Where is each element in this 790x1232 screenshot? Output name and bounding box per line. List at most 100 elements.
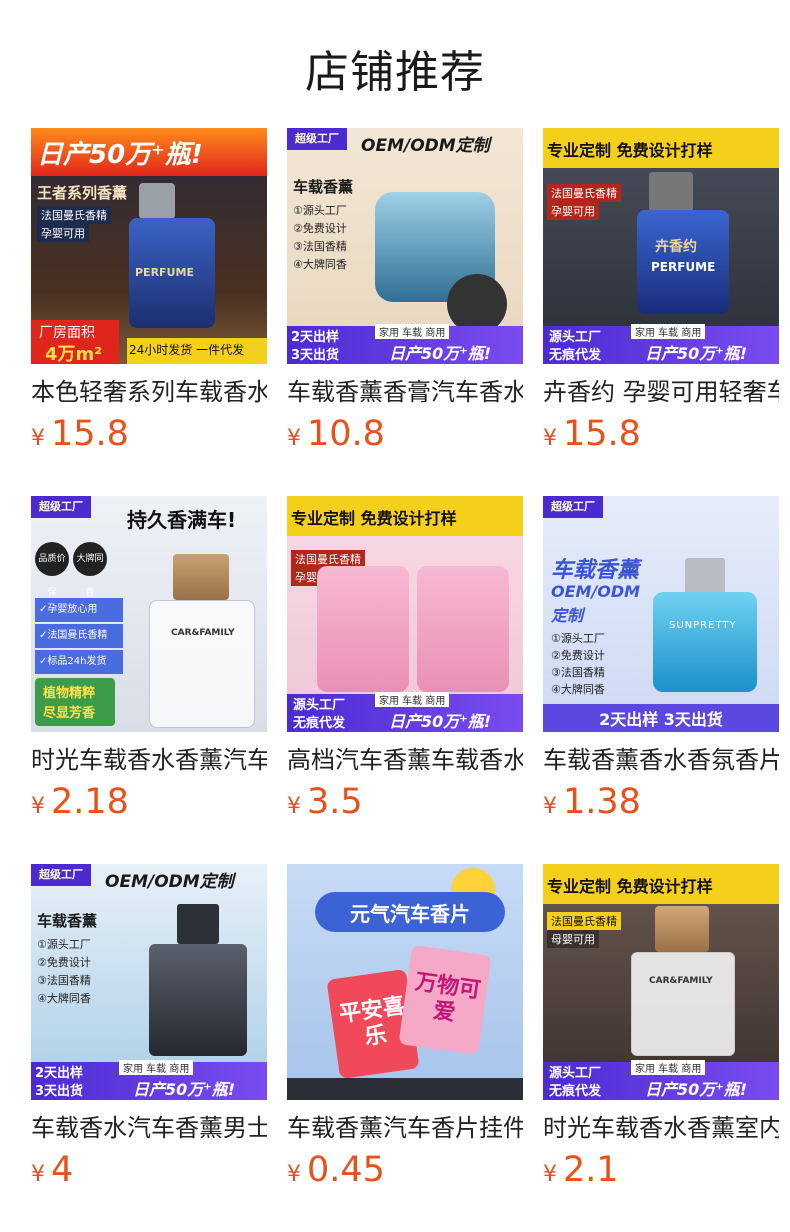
product-image[interactable]: 专业定制 免费设计打样 法国曼氏香精 母婴可用 CAR&FAMILY 源头工厂 … [543,864,779,1100]
currency-symbol: ¥ [543,794,557,819]
currency-symbol: ¥ [543,1162,557,1187]
product-image[interactable]: 元气汽车香片 平安喜乐 万物可爱 [287,864,523,1100]
image-line2: 母婴可用 [547,930,599,948]
image-head: 车载香薰 [551,558,640,583]
product-name[interactable]: 高档汽车香薰车载香水 [287,743,523,777]
image-banner-text: 专业定制 免费设计打样 [547,877,713,896]
product-name[interactable]: 车载香水汽车香薰男士 [31,1111,267,1145]
product-image[interactable]: 超级工厂 OEM/ODM定制 车载香薰 ①源头工厂 ②免费设计 ③法国香精 ④大… [287,128,523,364]
image-daily: 日产50万⁺瓶! [645,344,748,363]
image-label: CAR&FAMILY [649,976,713,986]
wood-cap [173,554,229,600]
currency-symbol: ¥ [31,426,45,451]
image-area-value: 4万m² [45,344,103,364]
image-left1: 源头工厂 [549,330,602,345]
image-scene: 家用 车载 商用 [631,1060,706,1075]
image-line1: 法国曼氏香精 [37,206,111,224]
perfume-bottle-glass [149,944,247,1056]
currency-symbol: ¥ [31,794,45,819]
currency-symbol: ¥ [287,794,301,819]
image-banner-text: 专业定制 免费设计打样 [547,141,713,160]
image-seal2: 大牌同香 [73,542,107,598]
image-label: SUNPRETTY [669,620,737,631]
product-image[interactable]: 超级工厂 OEM/ODM定制 车载香薰 ①源头工厂 ②免费设计 ③法国香精 ④大… [31,864,267,1100]
product-price: ¥2.18 [31,782,129,822]
image-scene: 家用 车载 商用 [631,324,706,339]
image-items: ①源头工厂 ②免费设计 ③法国香精 ④大牌同香 [37,938,91,1005]
product-name[interactable]: 车载香薰香膏汽车香水 [287,375,523,409]
wood-cap [655,906,709,952]
perfume-bottle-glass [653,592,757,692]
image-left2: 无痕代发 [549,1084,602,1099]
image-badge: 超级工厂 [287,128,347,150]
product-name[interactable]: 本色轻奢系列车载香水 [31,375,267,409]
price-value: 10.8 [307,414,385,454]
price-value: 4 [51,1150,74,1190]
image-badge: 超级工厂 [31,496,91,518]
image-left2: 无痕代发 [293,716,346,731]
product-name[interactable]: 车载香薰汽车香片挂件 [287,1111,523,1145]
product-price: ¥1.38 [543,782,641,822]
perfume-bottle-glass [631,952,735,1056]
image-daily: 日产50万⁺瓶! [133,1080,236,1099]
page-title: 店铺推荐 [305,47,485,98]
image-daily: 日产50万⁺瓶! [389,712,492,731]
image-left2: 3天出货 [35,1084,84,1099]
image-card2: 万物可爱 [413,969,483,1027]
image-items: ①源头工厂 ②免费设计 ③法国香精 ④大牌同香 [551,632,605,696]
image-left1: 源头工厂 [549,1066,602,1081]
image-left1: 2天出样 [35,1066,84,1081]
image-footer: 2天出样 3天出货 [599,710,723,729]
image-sub2: 定制 [551,606,584,625]
image-scene: 家用 车载 商用 [375,324,450,339]
image-left1: 2天出样 [291,330,340,345]
currency-symbol: ¥ [31,1162,45,1187]
image-line1: 法国曼氏香精 [547,184,621,202]
image-label: CAR&FAMILY [171,628,235,638]
product-image[interactable]: 超级工厂 车载香薰 OEM/ODM 定制 ①源头工厂 ②免费设计 ③法国香精 ④… [543,496,779,732]
price-value: 3.5 [307,782,363,822]
product-image[interactable]: 专业定制 免费设计打样 法国曼氏香精 孕婴可用 源头工厂 无痕代发 家用 车载 … [287,496,523,732]
image-green1: 植物精粹 [43,686,96,701]
product-price: ¥3.5 [287,782,363,822]
image-seal1: 品质价保 [35,542,69,598]
currency-symbol: ¥ [287,1162,301,1187]
product-name[interactable]: 时光车载香水香薰室内 [543,1111,779,1145]
price-value: 2.1 [563,1150,619,1190]
product-image[interactable]: 专业定制 免费设计打样 法国曼氏香精 孕婴可用 卉香约 PERFUME 源头工厂… [543,128,779,364]
image-scene: 家用 车载 商用 [375,692,450,707]
image-banner-text: 元气汽车香片 [350,902,470,926]
price-value: 15.8 [51,414,129,454]
currency-symbol: ¥ [543,426,557,451]
image-line2: 孕婴可用 [547,202,599,220]
image-brand-cn: 卉香约 [655,239,697,255]
perfume-bottle-left [317,566,409,692]
image-green2: 尽显芳香 [43,706,96,721]
perfume-bottle-cap [685,558,725,594]
product-image[interactable]: 超级工厂 持久香满车! 品质价保 大牌同香 ✓孕婴放心用 ✓法国曼氏香精 ✓标品… [31,496,267,732]
image-footer: 24小时发货 一件代发 [129,343,245,357]
product-image[interactable]: 日产50万⁺瓶! 王者系列香薰 法国曼氏香精 孕婴可用 PERFUME 厂房面积… [31,128,267,364]
image-line1: 法国曼氏香精 [547,912,621,930]
image-left2: 无痕代发 [549,348,602,363]
product-price: ¥15.8 [31,414,129,454]
image-banner-text: 专业定制 免费设计打样 [291,509,457,528]
perfume-bottle-right [417,566,509,692]
image-head: 车载香薰 [37,912,98,930]
price-value: 1.38 [563,782,641,822]
product-name[interactable]: 车载香薰香水香氛香片 [543,743,779,777]
image-daily: 日产50万⁺瓶! [389,344,492,363]
product-name[interactable]: 时光车载香水香薰汽车摆件 [31,743,267,777]
image-series-text: 王者系列香薰 [37,184,128,202]
currency-symbol: ¥ [287,426,301,451]
image-brand: PERFUME [651,260,716,274]
image-items: ①源头工厂 ②免费设计 ③法国香精 ④大牌同香 [293,204,347,271]
image-line2: 孕婴可用 [37,224,89,242]
perfume-bottle-cap [177,904,219,944]
image-area-label: 厂房面积 [39,325,95,341]
product-name[interactable]: 卉香约 孕婴可用轻奢车载香水 [543,375,779,409]
perfume-bottle-cap [649,172,693,212]
price-value: 0.45 [307,1150,385,1190]
image-badge: 超级工厂 [31,864,91,886]
price-value: 2.18 [51,782,129,822]
